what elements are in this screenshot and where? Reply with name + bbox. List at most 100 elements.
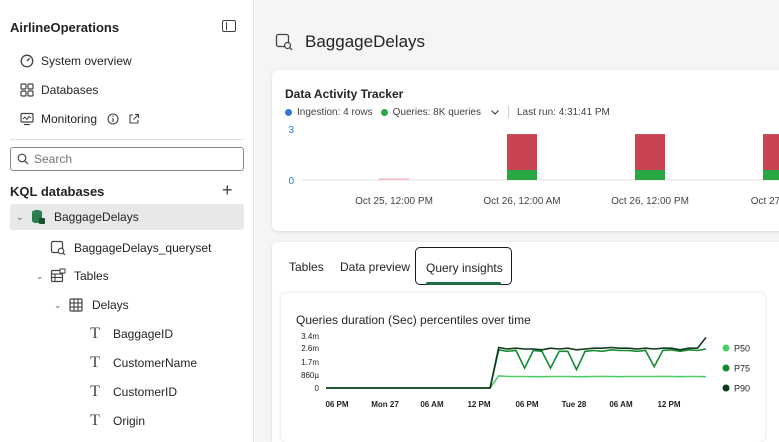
queryset-icon: [50, 240, 66, 256]
bar-segment-top: [507, 134, 537, 170]
x-tick-label: Tue 28: [562, 400, 587, 409]
column-label: CustomerName: [113, 356, 198, 370]
y-tick-label: 2.6m: [301, 344, 319, 353]
query-panel: Tables Data preview Query insights Queri…: [272, 242, 779, 442]
x-tick-label: 06 AM: [609, 400, 633, 409]
column-label: CustomerID: [113, 385, 178, 399]
chevron-down-icon[interactable]: ⌄: [54, 300, 68, 311]
bar-segment-base: [635, 170, 665, 180]
open-external-icon[interactable]: [128, 113, 140, 125]
collapse-sidebar-icon[interactable]: [222, 20, 236, 32]
x-tick-label: Oct 25, 12:00 PM: [355, 196, 433, 207]
nav-label: Databases: [41, 83, 99, 97]
tab-data-preview[interactable]: Data preview: [340, 260, 410, 274]
nav-databases[interactable]: Databases: [20, 79, 98, 101]
tree-item-database[interactable]: ⌄ BaggageDelays: [10, 204, 244, 230]
search-input[interactable]: [34, 152, 234, 166]
tree-item-column[interactable]: T CustomerID: [87, 379, 177, 405]
x-tick-label: 06 PM: [325, 400, 348, 409]
y-tick-label: 3.4m: [301, 333, 319, 341]
string-type-icon: T: [90, 383, 100, 400]
chevron-down-icon[interactable]: [490, 107, 500, 117]
data-activity-card: Data Activity Tracker Ingestion: 4 rows …: [272, 70, 779, 231]
series-line-p75: [326, 348, 707, 389]
y-tick-label: 1.7m: [301, 358, 319, 367]
bar-segment-top: [763, 134, 779, 170]
nav-label: System overview: [41, 54, 132, 68]
x-tick-label: Oct 27, 12:0: [751, 196, 779, 207]
y-tick-label: 3: [288, 125, 294, 136]
string-type-icon: T: [90, 412, 100, 429]
page-title: BaggageDelays: [305, 32, 426, 51]
bar-segment-top: [635, 134, 665, 170]
nav-monitoring[interactable]: Monitoring: [20, 108, 140, 130]
add-icon[interactable]: +: [222, 181, 233, 199]
section-title: KQL databases: [10, 184, 105, 199]
string-type-icon: T: [90, 354, 100, 371]
tables-icon: [50, 268, 66, 284]
tab-label: Query insights: [426, 261, 503, 275]
tree-item-column[interactable]: T BaggageID: [87, 321, 173, 347]
series-line-p50: [326, 374, 707, 389]
bar-segment-base: [763, 170, 779, 180]
queries-label: Queries: 8K queries: [392, 106, 481, 118]
y-tick-label: 0: [288, 176, 294, 187]
queries-dot: [380, 108, 388, 116]
sidebar-divider: [10, 139, 244, 140]
ingestion-dot: [285, 108, 292, 116]
column-label: BaggageID: [113, 327, 174, 341]
tree-item-queryset[interactable]: BaggageDelays_queryset: [50, 235, 211, 261]
info-icon[interactable]: [107, 113, 119, 125]
search-icon: [17, 153, 29, 165]
ingestion-label: Ingestion: 4 rows: [297, 106, 373, 118]
nav-system-overview[interactable]: System overview: [20, 50, 132, 72]
last-run-label: Last run: 4:31:41 PM: [517, 106, 610, 118]
x-tick-label: 06 PM: [515, 400, 538, 409]
search-box[interactable]: [10, 147, 244, 171]
sidebar: AirlineOperations System overview Databa…: [0, 0, 254, 442]
legend-label: P50: [734, 344, 750, 354]
database-icon: [30, 209, 46, 225]
series-line-p90: [326, 336, 707, 389]
x-tick-label: Mon 27: [371, 400, 399, 409]
tables-label: Tables: [74, 269, 109, 283]
query-duration-card: Queries duration (Sec) percentiles over …: [281, 293, 765, 442]
tree-item-column[interactable]: T CustomerName: [87, 350, 197, 376]
gauge-icon: [20, 54, 34, 68]
chevron-down-icon[interactable]: ⌄: [16, 212, 30, 223]
monitor-icon: [20, 112, 34, 126]
tab-tables[interactable]: Tables: [289, 260, 324, 274]
table-icon: [68, 297, 84, 313]
tracker-legend: Ingestion: 4 rows Queries: 8K queries La…: [285, 106, 610, 118]
tree-item-table-delays[interactable]: ⌄ Delays: [54, 292, 129, 318]
card-title: Queries duration (Sec) percentiles over …: [296, 313, 531, 327]
chevron-down-icon[interactable]: ⌄: [36, 271, 50, 282]
table-label: Delays: [92, 298, 129, 312]
grid-icon: [20, 83, 34, 97]
tab-query-insights[interactable]: Query insights: [415, 247, 512, 285]
y-tick-label: 860µ: [301, 371, 319, 380]
x-tick-label: Oct 26, 12:00 AM: [483, 196, 560, 207]
nav-label: Monitoring: [41, 112, 98, 126]
bar-segment-base: [507, 170, 537, 180]
main-content: BaggageDelays Data Activity Tracker Inge…: [255, 0, 779, 442]
legend-label: P90: [734, 384, 750, 394]
x-tick-label: 12 PM: [657, 400, 680, 409]
legend-marker: [722, 344, 730, 352]
string-type-icon: T: [90, 325, 100, 342]
tree-item-column[interactable]: T Origin: [87, 408, 145, 434]
legend-label: P75: [734, 364, 750, 374]
queryset-label: BaggageDelays_queryset: [74, 241, 212, 255]
x-tick-label: 06 AM: [420, 400, 444, 409]
queryset-icon: [275, 33, 293, 51]
bar-small: [379, 178, 409, 180]
legend-marker: [722, 364, 730, 372]
page-header: BaggageDelays: [275, 32, 425, 52]
column-label: Origin: [113, 414, 146, 428]
x-tick-label: Oct 26, 12:00 PM: [611, 196, 689, 207]
app-title: AirlineOperations: [10, 20, 120, 35]
y-tick-label: 0: [315, 384, 320, 393]
tree-item-tables[interactable]: ⌄ Tables: [36, 263, 109, 289]
legend-divider: [508, 106, 509, 118]
database-label: BaggageDelays: [54, 210, 139, 224]
